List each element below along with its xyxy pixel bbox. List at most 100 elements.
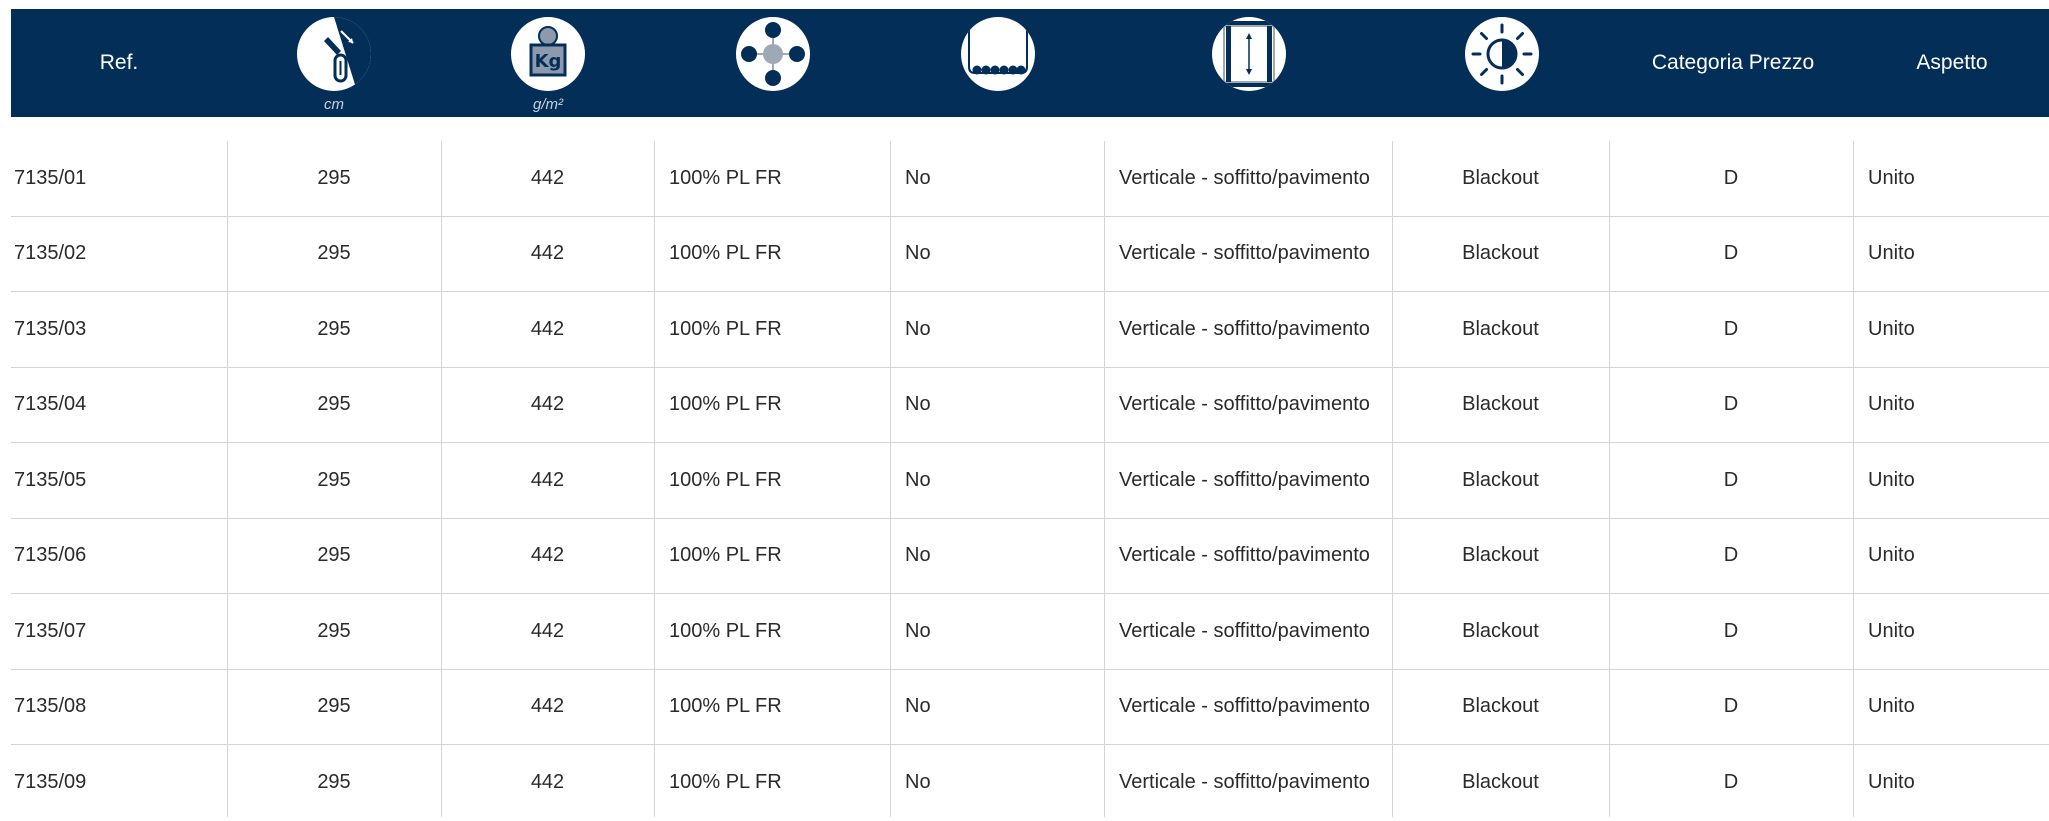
cell-light: Blackout bbox=[1462, 393, 1539, 416]
orientation-icon bbox=[1212, 17, 1286, 91]
cell-aspect: Unito bbox=[1868, 393, 1915, 416]
cell-orientation: Verticale - soffitto/pavimento bbox=[1119, 771, 1370, 794]
column-divider bbox=[890, 141, 891, 817]
table-row: 7135/09 295 442 100% PL FR No Verticale - sof… bbox=[11, 745, 2049, 821]
cell-weighted-hem: No bbox=[905, 468, 931, 491]
cell-ref: 7135/03 bbox=[14, 317, 87, 340]
cell-ref: 7135/04 bbox=[14, 393, 87, 416]
table-row: 7135/08 295 442 100% PL FR No Verticale - sof… bbox=[11, 670, 2049, 745]
cell-orientation: Verticale - soffitto/pavimento bbox=[1119, 695, 1370, 718]
cell-weighted-hem: No bbox=[905, 771, 931, 794]
cell-price: D bbox=[1723, 317, 1739, 340]
table-row: 7135/03 295 442 100% PL FR No Verticale - sof… bbox=[11, 292, 2049, 368]
cell-weight: 442 bbox=[530, 771, 565, 794]
table-row: 7135/04 295 442 100% PL FR No Verticale - sof… bbox=[11, 368, 2049, 443]
header-price-category-label: Categoria Prezzo bbox=[1651, 51, 1815, 74]
header-ref-label: Ref. bbox=[99, 51, 139, 74]
cell-price: D bbox=[1723, 619, 1739, 642]
cell-composition: 100% PL FR bbox=[669, 468, 782, 491]
cell-composition: 100% PL FR bbox=[669, 695, 782, 718]
column-divider bbox=[1392, 141, 1393, 817]
cell-weight: 442 bbox=[530, 695, 565, 718]
cell-width: 295 bbox=[317, 544, 351, 567]
cell-light: Blackout bbox=[1462, 619, 1539, 642]
column-divider bbox=[441, 141, 442, 817]
header-width: cm bbox=[227, 9, 441, 117]
cell-weighted-hem: No bbox=[905, 695, 931, 718]
cell-weighted-hem: No bbox=[905, 393, 931, 416]
light-icon bbox=[1465, 17, 1539, 91]
header-price-category: Categoria Prezzo bbox=[1611, 9, 1855, 117]
cell-light: Blackout bbox=[1462, 771, 1539, 794]
cell-weight: 442 bbox=[530, 317, 565, 340]
cell-aspect: Unito bbox=[1868, 695, 1915, 718]
weight-icon: Kg bbox=[511, 17, 585, 91]
table-row: 7135/05 295 442 100% PL FR No Verticale - sof… bbox=[11, 443, 2049, 519]
cell-weight: 442 bbox=[530, 468, 565, 491]
table-row: 7135/06 295 442 100% PL FR No Verticale - sof… bbox=[11, 519, 2049, 594]
cell-ref: 7135/06 bbox=[14, 544, 87, 567]
cell-orientation: Verticale - soffitto/pavimento bbox=[1119, 619, 1370, 642]
header-aspect-label: Aspetto bbox=[1916, 51, 1988, 74]
cell-orientation: Verticale - soffitto/pavimento bbox=[1119, 544, 1370, 567]
weight-unit-label: g/m² bbox=[533, 96, 563, 113]
cell-light: Blackout bbox=[1462, 544, 1539, 567]
cell-composition: 100% PL FR bbox=[669, 619, 782, 642]
cell-ref: 7135/05 bbox=[14, 468, 87, 491]
header-composition bbox=[655, 9, 891, 117]
column-divider bbox=[1104, 141, 1105, 817]
weight-icon-label: Kg bbox=[534, 51, 562, 72]
cell-light: Blackout bbox=[1462, 317, 1539, 340]
cell-price: D bbox=[1723, 544, 1739, 567]
cell-width: 295 bbox=[317, 619, 351, 642]
header-orientation bbox=[1105, 9, 1393, 117]
cell-ref: 7135/07 bbox=[14, 619, 87, 642]
cell-weight: 442 bbox=[530, 544, 565, 567]
cell-width: 295 bbox=[317, 393, 351, 416]
cell-composition: 100% PL FR bbox=[669, 166, 782, 189]
table-header: Ref. cm Kg g/m² Categoria Prezzo Aspetto bbox=[11, 9, 2049, 117]
fabric-spec-table: Ref. cm Kg g/m² Categoria Prezzo Aspetto… bbox=[11, 0, 2049, 817]
cell-orientation: Verticale - soffitto/pavimento bbox=[1119, 242, 1370, 265]
cell-width: 295 bbox=[317, 317, 351, 340]
column-divider bbox=[654, 141, 655, 817]
cell-price: D bbox=[1723, 242, 1739, 265]
cell-light: Blackout bbox=[1462, 695, 1539, 718]
cell-light: Blackout bbox=[1462, 166, 1539, 189]
cell-orientation: Verticale - soffitto/pavimento bbox=[1119, 317, 1370, 340]
header-ref: Ref. bbox=[11, 9, 227, 117]
cell-ref: 7135/09 bbox=[14, 771, 87, 794]
cell-price: D bbox=[1723, 468, 1739, 491]
header-aspect: Aspetto bbox=[1855, 9, 2049, 117]
table-row: 7135/01 295 442 100% PL FR No Verticale - sof… bbox=[11, 141, 2049, 217]
weighted-hem-icon bbox=[961, 17, 1035, 91]
cell-weighted-hem: No bbox=[905, 317, 931, 340]
cell-orientation: Verticale - soffitto/pavimento bbox=[1119, 166, 1370, 189]
cell-aspect: Unito bbox=[1868, 544, 1915, 567]
header-weighted-hem bbox=[891, 9, 1105, 117]
composition-icon bbox=[736, 17, 810, 91]
cell-weight: 442 bbox=[530, 619, 565, 642]
cell-aspect: Unito bbox=[1868, 468, 1915, 491]
cell-weight: 442 bbox=[530, 166, 565, 189]
cell-weighted-hem: No bbox=[905, 619, 931, 642]
cell-light: Blackout bbox=[1462, 242, 1539, 265]
cell-orientation: Verticale - soffitto/pavimento bbox=[1119, 393, 1370, 416]
cell-aspect: Unito bbox=[1868, 317, 1915, 340]
cell-ref: 7135/02 bbox=[14, 242, 87, 265]
column-divider bbox=[227, 141, 228, 817]
width-icon bbox=[297, 17, 371, 91]
cell-price: D bbox=[1723, 393, 1739, 416]
cell-aspect: Unito bbox=[1868, 619, 1915, 642]
cell-weighted-hem: No bbox=[905, 166, 931, 189]
cell-weighted-hem: No bbox=[905, 242, 931, 265]
cell-aspect: Unito bbox=[1868, 242, 1915, 265]
cell-composition: 100% PL FR bbox=[669, 544, 782, 567]
table-body: 7135/01 295 442 100% PL FR No Verticale - sof… bbox=[11, 141, 2049, 821]
cell-price: D bbox=[1723, 695, 1739, 718]
table-row: 7135/02 295 442 100% PL FR No Verticale - sof… bbox=[11, 217, 2049, 292]
cell-aspect: Unito bbox=[1868, 166, 1915, 189]
cell-composition: 100% PL FR bbox=[669, 242, 782, 265]
cell-composition: 100% PL FR bbox=[669, 317, 782, 340]
cell-width: 295 bbox=[317, 242, 351, 265]
